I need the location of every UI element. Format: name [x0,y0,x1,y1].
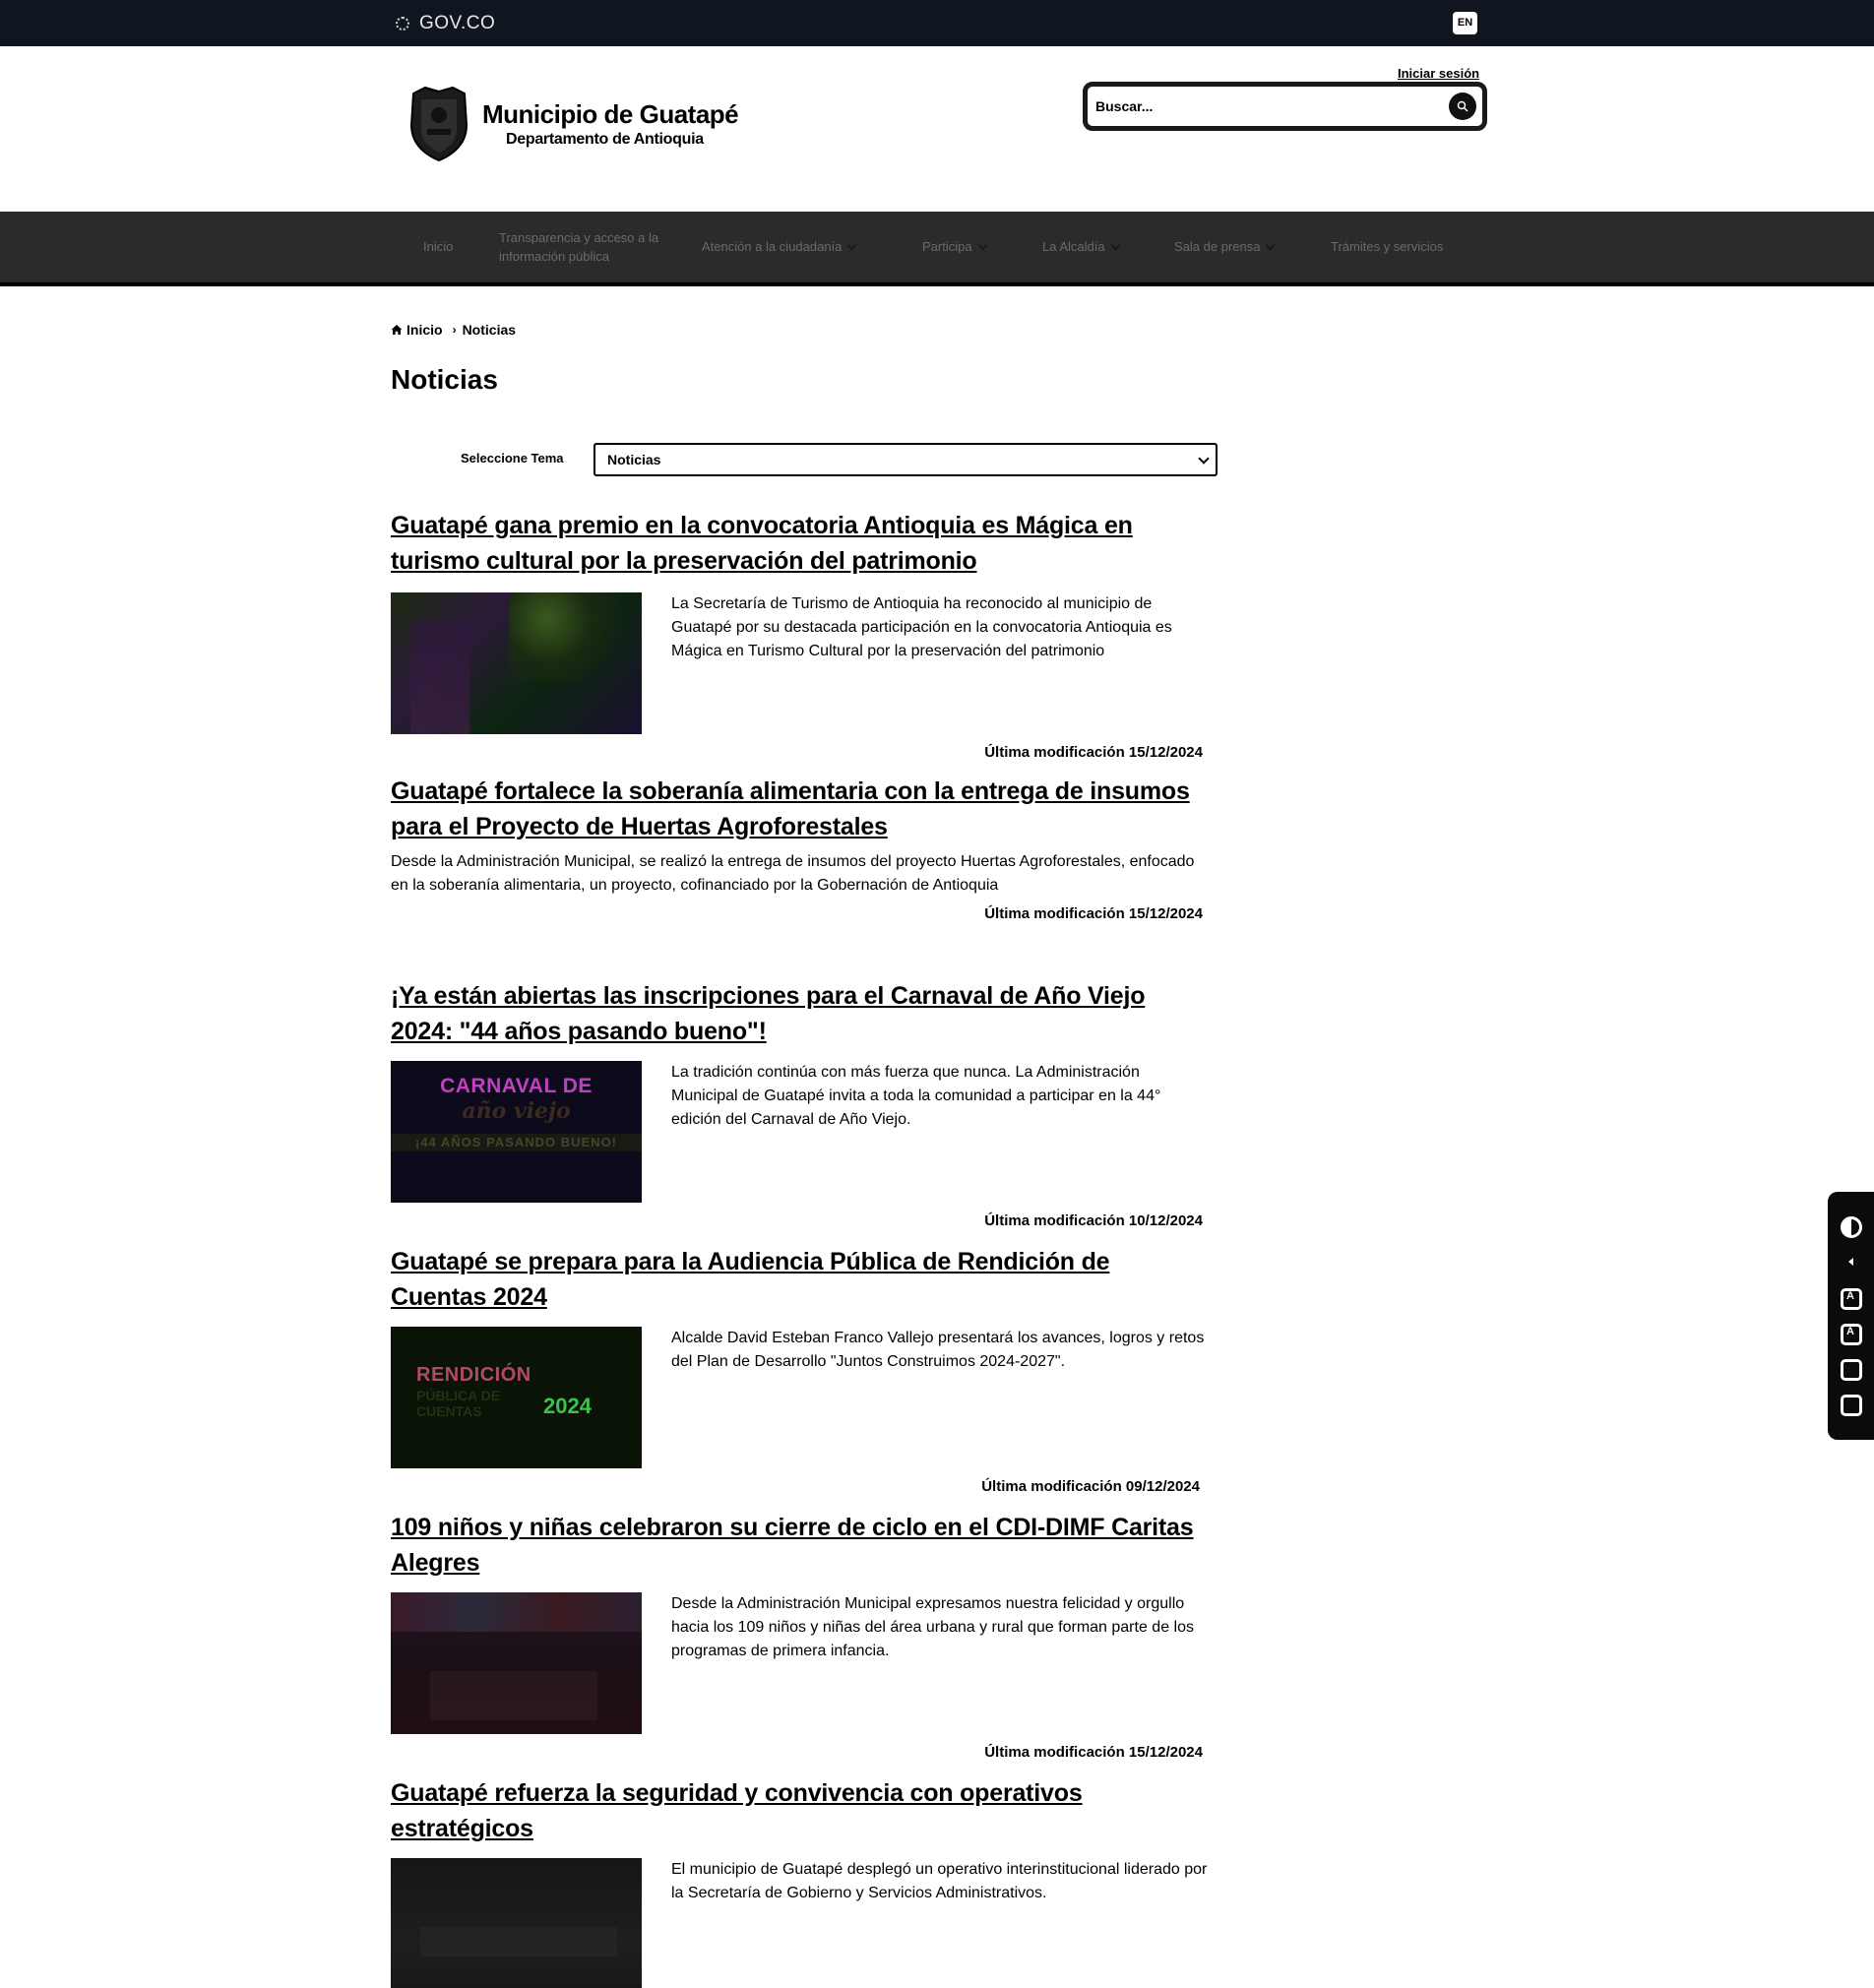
news-thumbnail[interactable] [391,592,642,734]
news-title-link[interactable]: Guatapé fortalece la soberanía alimentar… [391,777,1190,840]
nav-item-label: Inicio [423,239,454,255]
thumb-text: ¡44 AÑOS PASANDO BUENO! [391,1134,642,1151]
thumb-text: año viejo [462,1098,571,1124]
topic-select[interactable]: Noticias [593,443,1218,476]
login-link[interactable]: Iniciar sesión [1398,66,1479,81]
decrease-font-icon[interactable]: A [1841,1288,1862,1310]
municipality-logo[interactable]: Municipio de Guatapé Departamento de Ant… [406,86,739,162]
municipality-subtitle: Departamento de Antioquia [506,131,704,148]
nav-item-transparencia[interactable]: Transparencia y acceso a la información … [499,228,702,267]
date-value: 10/12/2024 [1128,1212,1203,1229]
news-date: Última modificación 15/12/2024 [391,744,1208,761]
increase-font-icon[interactable]: A [1841,1324,1862,1345]
govco-emblem-icon [396,17,409,31]
news-item: Guatapé fortalece la soberanía alimentar… [391,774,1208,922]
news-date: Última modificación 10/12/2024 [391,1212,1208,1229]
nav-item-atencion[interactable]: Atención a la ciudadanía [702,237,922,257]
thumb-text: PÚBLICA DE CUENTAS [416,1388,501,1419]
collapse-icon[interactable] [1848,1258,1853,1266]
chevron-down-icon [1266,240,1276,250]
chevron-down-icon [1198,453,1210,465]
topic-filter-label: Seleccione Tema [461,451,564,466]
topic-select-value: Noticias [607,452,661,467]
date-label: Última modificación [984,1212,1125,1229]
nav-item-tramites[interactable]: Trámites y servicios [1331,237,1443,257]
govco-logo-text: GOV.CO [419,13,496,33]
coat-of-arms-icon [406,86,472,162]
news-item: Guatapé refuerza la seguridad y conviven… [391,1775,1208,1988]
news-title-link[interactable]: Guatapé se prepara para la Audiencia Púb… [391,1248,1110,1311]
news-item: 109 niños y niñas celebraron su cierre d… [391,1510,1208,1761]
date-label: Última modificación [984,1744,1125,1761]
news-thumbnail[interactable] [391,1858,642,1988]
news-summary: La tradición continúa con más fuerza que… [671,1064,1161,1128]
news-summary: Alcalde David Esteban Franco Vallejo pre… [671,1330,1205,1370]
date-label: Última modificación [984,905,1125,922]
news-date: Última modificación 09/12/2024 [391,1478,1208,1495]
nav-item-inicio[interactable]: Inicio [423,237,499,257]
site-header: Municipio de Guatapé Departamento de Ant… [0,46,1874,212]
news-title-link[interactable]: Guatapé refuerza la seguridad y conviven… [391,1779,1083,1842]
nav-item-label: La Alcaldía [1042,239,1105,255]
chevron-down-icon [846,240,857,250]
reader-icon[interactable] [1841,1395,1862,1416]
news-summary: Desde la Administración Municipal, se re… [391,853,1195,894]
news-date: Última modificación 15/12/2024 [391,1744,1208,1761]
municipality-title: Municipio de Guatapé [482,99,739,129]
news-title-link[interactable]: ¡Ya están abiertas las inscripciones par… [391,982,1146,1045]
date-label: Última modificación [984,744,1125,761]
nav-item-label: Atención a la ciudadanía [702,239,843,255]
date-value: 09/12/2024 [1125,1478,1200,1495]
nav-item-label: Participa [922,239,972,255]
relief-icon[interactable] [1841,1359,1862,1381]
news-summary: El municipio de Guatapé desplegó un oper… [671,1861,1208,1901]
search-button[interactable] [1449,93,1476,120]
main-nav: Inicio Transparencia y acceso a la infor… [0,212,1874,286]
contrast-icon[interactable] [1841,1216,1862,1238]
search-box [1083,82,1487,131]
news-thumbnail[interactable] [391,1592,642,1734]
news-date: Última modificación 15/12/2024 [391,905,1208,922]
search-icon [1457,100,1468,112]
date-value: 15/12/2024 [1128,744,1203,761]
breadcrumb: Inicio › Noticias [391,322,516,338]
news-item: Guatapé gana premio en la convocatoria A… [391,508,1208,761]
date-value: 15/12/2024 [1128,1744,1203,1761]
thumb-text: 2024 [543,1394,592,1418]
nav-item-label: Trámites y servicios [1331,239,1444,255]
nav-item-participa[interactable]: Participa [922,237,1042,257]
nav-item-alcaldia[interactable]: La Alcaldía [1042,237,1174,257]
nav-item-sala-prensa[interactable]: Sala de prensa [1174,237,1331,257]
news-thumbnail[interactable]: CARNAVAL DE año viejo ¡44 AÑOS PASANDO B… [391,1061,642,1203]
date-label: Última modificación [981,1478,1122,1495]
news-item: Guatapé se prepara para la Audiencia Púb… [391,1244,1208,1495]
search-input[interactable] [1095,94,1430,118]
thumb-text: CARNAVAL DE [440,1075,593,1097]
language-button[interactable]: EN [1453,12,1477,34]
date-value: 15/12/2024 [1128,905,1203,922]
news-item: ¡Ya están abiertas las inscripciones par… [391,978,1208,1229]
govco-logo[interactable]: GOV.CO [396,13,495,34]
news-thumbnail[interactable]: RENDICIÓN PÚBLICA DE CUENTAS 2024 [391,1327,642,1468]
breadcrumb-current: Noticias [462,322,517,338]
breadcrumb-home-link[interactable]: Inicio [406,322,443,338]
nav-item-label: Transparencia y acceso a la información … [499,229,659,265]
news-title-link[interactable]: Guatapé gana premio en la convocatoria A… [391,512,1133,575]
page-title: Noticias [391,364,498,395]
news-summary: Desde la Administración Municipal expres… [671,1595,1194,1659]
thumb-text: RENDICIÓN [416,1364,531,1386]
chevron-down-icon [977,240,988,250]
news-summary: La Secretaría de Turismo de Antioquia ha… [671,595,1172,659]
nav-item-label: Sala de prensa [1174,239,1261,255]
home-icon [391,325,403,335]
govco-bar: GOV.CO EN [0,0,1874,46]
news-title-link[interactable]: 109 niños y niñas celebraron su cierre d… [391,1514,1194,1577]
accessibility-toolbar: A A [1828,1192,1874,1440]
chevron-right-icon: › [452,323,457,337]
chevron-down-icon [1110,240,1121,250]
